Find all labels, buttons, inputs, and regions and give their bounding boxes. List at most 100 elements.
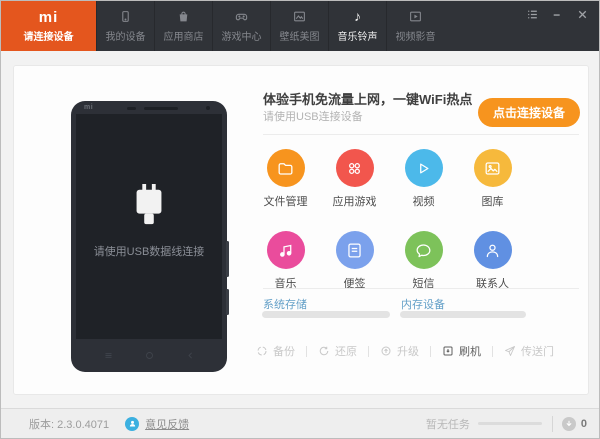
mi-logo: mi — [38, 8, 59, 26]
feature-label: 图库 — [481, 196, 504, 208]
tab-label: 壁纸美图 — [279, 31, 320, 43]
feature-file-manager[interactable]: 文件管理 — [251, 149, 320, 209]
tab-label: 请连接设备 — [23, 31, 74, 43]
menu-key-icon — [105, 353, 111, 358]
feature-label: 视频 — [412, 196, 435, 208]
restore-icon — [319, 346, 329, 356]
sms-icon — [404, 231, 443, 269]
tab-label: 音乐铃声 — [337, 31, 378, 43]
tab-video[interactable]: 视频影音 — [386, 1, 444, 51]
flash-icon — [443, 346, 453, 356]
connect-device-button[interactable]: 点击连接设备 — [478, 98, 580, 127]
tab-label: 我的设备 — [105, 31, 146, 43]
feature-video[interactable]: 视频 — [389, 149, 458, 209]
contact-icon — [473, 231, 512, 269]
phone-nav-bar — [71, 339, 227, 372]
feedback-icon[interactable] — [125, 416, 140, 431]
feature-label: 文件管理 — [263, 196, 308, 208]
action-label: 传送门 — [521, 346, 554, 358]
phone-volume-button — [226, 241, 229, 277]
flash-button[interactable]: 刷机 — [442, 343, 481, 359]
memory-device-bar — [400, 311, 526, 318]
system-storage-label: 系统存储 — [263, 299, 307, 311]
gamepad-icon — [235, 10, 248, 23]
feature-music[interactable]: 音乐 — [251, 231, 320, 291]
music-icon — [266, 231, 305, 269]
portal-icon — [505, 346, 515, 356]
gallery-icon — [473, 149, 512, 187]
usb-hint-text: 请使用USB数据线连接 — [93, 246, 205, 258]
task-area: 暂无任务 0 — [425, 415, 587, 432]
tab-wallpaper[interactable]: 壁纸美图 — [270, 1, 328, 51]
memory-device-label: 内存设备 — [401, 299, 445, 311]
feature-notes[interactable]: 便签 — [320, 231, 389, 291]
feature-label: 应用游戏 — [332, 196, 377, 208]
divider — [368, 345, 369, 357]
tab-label: 游戏中心 — [221, 31, 262, 43]
usb-plug-area: 请使用USB数据线连接 — [76, 184, 222, 259]
portal-button[interactable]: 传送门 — [504, 343, 554, 359]
system-storage-bar — [262, 311, 390, 318]
download-icon[interactable] — [561, 416, 576, 431]
tab-my-device[interactable]: 我的设备 — [96, 1, 154, 51]
headline: 体验手机免流量上网，一键WiFi热点 — [263, 92, 473, 107]
usb-plug-icon — [136, 184, 162, 225]
feature-sms[interactable]: 短信 — [389, 231, 458, 291]
music-note-icon: ♪ — [354, 7, 361, 24]
apps-icon — [335, 149, 374, 187]
tab-connect-device[interactable]: mi 请连接设备 — [1, 1, 96, 51]
divider — [263, 134, 579, 135]
titlebar: mi 请连接设备 我的设备 应用商店 游戏中心 壁纸美图 ♪ 音乐铃声 视频影音 — [1, 1, 599, 51]
feature-apps-games[interactable]: 应用游戏 — [320, 149, 389, 209]
divider — [492, 345, 493, 357]
restore-button[interactable]: 还原 — [318, 343, 357, 359]
divider — [551, 415, 553, 432]
backup-icon — [257, 346, 267, 356]
action-label: 升级 — [397, 346, 419, 358]
tab-label: 应用商店 — [163, 31, 204, 43]
phone-speaker — [144, 107, 178, 110]
menu-icon[interactable] — [526, 8, 539, 21]
play-icon — [404, 149, 443, 187]
upgrade-icon — [381, 346, 391, 356]
wallpaper-icon — [293, 10, 306, 23]
upgrade-button[interactable]: 升级 — [380, 343, 419, 359]
phone-sensor — [127, 107, 136, 110]
action-label: 备份 — [273, 346, 295, 358]
video-icon — [409, 10, 422, 23]
action-label: 刷机 — [459, 346, 481, 358]
home-key-icon — [145, 352, 153, 359]
version-text: 版本: 2.3.0.4071 — [29, 418, 110, 431]
task-status-text: 暂无任务 — [425, 418, 470, 431]
phone-mi-logo: mi — [84, 104, 94, 111]
close-icon[interactable] — [576, 8, 589, 21]
phone-camera — [206, 106, 210, 110]
window-controls — [526, 8, 589, 21]
phone-power-button — [226, 289, 229, 315]
status-bar: 版本: 2.3.0.4071 意见反馈 暂无任务 0 — [1, 408, 599, 438]
feedback-link[interactable]: 意见反馈 — [145, 416, 189, 432]
feature-grid: 文件管理 应用游戏 视频 图库 音乐 便签 短信 联系人 — [251, 149, 527, 291]
phone-top-bezel: mi — [71, 101, 227, 114]
feature-contacts[interactable]: 联系人 — [458, 231, 527, 291]
action-label: 还原 — [335, 346, 357, 358]
action-toolbar: 备份 还原 升级 刷机 传送门 — [256, 343, 554, 359]
backup-button[interactable]: 备份 — [256, 343, 295, 359]
tab-label: 视频影音 — [395, 31, 436, 43]
divider — [263, 288, 579, 289]
divider — [306, 345, 307, 357]
tab-app-store[interactable]: 应用商店 — [154, 1, 212, 51]
note-icon — [335, 231, 374, 269]
tab-music-ringtone[interactable]: ♪ 音乐铃声 — [328, 1, 386, 51]
phone-screen: 请使用USB数据线连接 — [76, 114, 222, 339]
subtext: 请使用USB连接设备 — [263, 111, 363, 123]
back-key-icon — [187, 352, 192, 359]
task-progress-line — [477, 422, 542, 425]
bag-icon — [177, 10, 190, 23]
divider — [430, 345, 431, 357]
feature-gallery[interactable]: 图库 — [458, 149, 527, 209]
phone-icon — [119, 10, 132, 23]
folder-icon — [266, 149, 305, 187]
minimize-icon[interactable] — [551, 8, 564, 21]
tab-game-center[interactable]: 游戏中心 — [212, 1, 270, 51]
